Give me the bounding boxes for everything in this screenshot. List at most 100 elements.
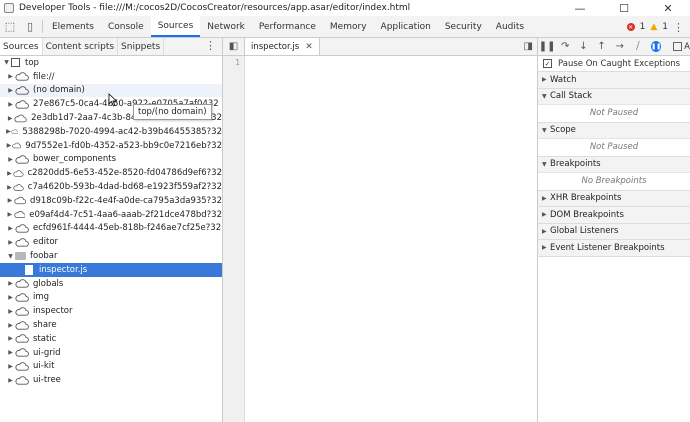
deactivate-breakpoints-icon[interactable]: ⧸: [629, 41, 647, 52]
step-into-icon[interactable]: ↓: [574, 41, 592, 52]
tab-console[interactable]: Console: [101, 16, 151, 37]
collapsed-arrow-icon[interactable]: ▶: [542, 244, 550, 251]
error-count[interactable]: 1: [640, 22, 646, 32]
collapsed-arrow-icon[interactable]: ▶: [6, 184, 13, 191]
section-header[interactable]: ▶ DOM Breakpoints: [538, 207, 690, 223]
tree-item[interactable]: ▶ ecfd961f-4444-45eb-818b-f246ae7cf25e?32: [0, 222, 222, 236]
section-header[interactable]: ▶ Global Listeners: [538, 223, 690, 239]
tree-item[interactable]: ▶ editor: [0, 235, 222, 249]
tree-item[interactable]: ▶ ui-grid: [0, 346, 222, 360]
expanded-arrow-icon[interactable]: ▼: [6, 253, 15, 260]
tree-item[interactable]: ▶ img: [0, 291, 222, 305]
tree-item-label: inspector: [33, 306, 73, 317]
collapsed-arrow-icon[interactable]: ▶: [6, 87, 15, 94]
tree-item[interactable]: ▶ bower_components: [0, 153, 222, 167]
tree-item[interactable]: ▶ file://: [0, 70, 222, 84]
collapsed-arrow-icon[interactable]: ▶: [542, 195, 550, 202]
expanded-arrow-icon[interactable]: ▼: [542, 127, 550, 134]
collapsed-arrow-icon[interactable]: ▶: [6, 73, 15, 80]
pause-on-caught-checkbox[interactable]: ✓: [543, 59, 552, 68]
collapsed-arrow-icon[interactable]: ▶: [6, 239, 15, 246]
collapsed-arrow-icon[interactable]: ▶: [6, 294, 15, 301]
toggle-debugger-icon[interactable]: ◨: [524, 41, 533, 52]
tab-network[interactable]: Network: [200, 16, 252, 37]
collapsed-arrow-icon[interactable]: ▶: [542, 211, 550, 218]
tab-security[interactable]: Security: [438, 16, 489, 37]
cloud-icon: [15, 348, 29, 357]
tree-item[interactable]: ▶ ui-tree: [0, 373, 222, 387]
section-header[interactable]: ▶ Watch: [538, 72, 690, 88]
collapsed-arrow-icon[interactable]: ▶: [6, 225, 15, 232]
tree-item-label: e09af4d4-7c51-4aa6-aaab-2f21dce478bd?32: [29, 209, 222, 220]
step-icon[interactable]: →: [611, 41, 629, 52]
pause-on-exceptions-icon[interactable]: ❚❚: [650, 41, 662, 52]
collapsed-arrow-icon[interactable]: ▶: [6, 349, 15, 356]
tree-item[interactable]: ▶ c2820dd5-6e53-452e-8520-fd04786d9ef6?32: [0, 166, 222, 180]
editor-tab-inspector[interactable]: inspector.js ✕: [245, 38, 320, 55]
error-icon[interactable]: ✕: [626, 23, 635, 31]
expanded-arrow-icon[interactable]: ▼: [542, 161, 550, 168]
collapsed-arrow-icon[interactable]: ▶: [6, 363, 15, 370]
expanded-arrow-icon[interactable]: ▼: [2, 59, 11, 66]
section-title: Scope: [550, 125, 576, 136]
warning-count[interactable]: 1: [662, 22, 668, 32]
tree-item[interactable]: ▶ inspector: [0, 304, 222, 318]
collapsed-arrow-icon[interactable]: ▶: [6, 115, 14, 122]
pause-on-caught-row[interactable]: ✓ Pause On Caught Exceptions: [538, 56, 690, 72]
tree-item[interactable]: ▼ top: [0, 56, 222, 70]
tab-performance[interactable]: Performance: [252, 16, 323, 37]
tree-item[interactable]: ▶ d918c09b-f22c-4e4f-a0de-ca795a3da935?32: [0, 194, 222, 208]
tree-item[interactable]: ▼ foobar: [0, 249, 222, 263]
section-header[interactable]: ▶ XHR Breakpoints: [538, 190, 690, 206]
tab-memory[interactable]: Memory: [323, 16, 374, 37]
subtab-content-scripts[interactable]: Content scripts: [43, 38, 119, 55]
collapsed-arrow-icon[interactable]: ▶: [6, 156, 15, 163]
step-out-icon[interactable]: ↑: [592, 41, 610, 52]
tree-item[interactable]: ▶ 5388298b-7020-4994-ac42-b39b46455385?32: [0, 125, 222, 139]
navigator-more-icon[interactable]: ⋮: [205, 39, 216, 52]
tab-application[interactable]: Application: [374, 16, 438, 37]
collapsed-arrow-icon[interactable]: ▶: [6, 308, 15, 315]
step-over-icon[interactable]: ↷: [556, 41, 574, 52]
subtab-snippets[interactable]: Snippets: [118, 38, 165, 55]
toggle-navigator-icon[interactable]: ◧: [223, 38, 245, 55]
tree-item[interactable]: ▶ globals: [0, 277, 222, 291]
collapsed-arrow-icon[interactable]: ▶: [542, 228, 550, 235]
collapsed-arrow-icon[interactable]: ▶: [6, 335, 15, 342]
collapsed-arrow-icon[interactable]: ▶: [6, 211, 14, 218]
warning-icon[interactable]: ▲: [650, 22, 657, 32]
tab-audits[interactable]: Audits: [489, 16, 531, 37]
subtab-sources[interactable]: Sources: [0, 38, 43, 55]
tree-item[interactable]: ▶ e09af4d4-7c51-4aa6-aaab-2f21dce478bd?32: [0, 208, 222, 222]
section-header[interactable]: ▼ Breakpoints: [538, 156, 690, 172]
collapsed-arrow-icon[interactable]: ▶: [6, 170, 13, 177]
tree-item-label: img: [33, 292, 50, 303]
close-tab-icon[interactable]: ✕: [305, 42, 313, 52]
tree-item[interactable]: ▶ share: [0, 318, 222, 332]
more-options-icon[interactable]: ⋮: [673, 21, 684, 34]
tab-elements[interactable]: Elements: [45, 16, 101, 37]
minimize-button[interactable]: —: [558, 0, 602, 16]
tab-sources[interactable]: Sources: [150, 16, 201, 37]
close-window-button[interactable]: ✕: [646, 0, 690, 16]
collapsed-arrow-icon[interactable]: ▶: [6, 322, 15, 329]
maximize-button[interactable]: ☐: [602, 0, 646, 16]
inspect-element-icon[interactable]: ⬚: [0, 16, 20, 37]
section-header[interactable]: ▶ Event Listener Breakpoints: [538, 240, 690, 256]
device-toolbar-icon[interactable]: ▯: [20, 16, 40, 37]
tree-item[interactable]: ▶ 9d7552e1-fd0b-4352-a523-bb9c0e7216eb?32: [0, 139, 222, 153]
section-header[interactable]: ▼ Scope: [538, 122, 690, 138]
tree-item[interactable]: inspector.js: [0, 262, 222, 277]
tree-item[interactable]: ▶ ui-kit: [0, 360, 222, 374]
collapsed-arrow-icon[interactable]: ▶: [6, 280, 15, 287]
collapsed-arrow-icon[interactable]: ▶: [542, 76, 550, 83]
async-checkbox[interactable]: [673, 42, 683, 51]
collapsed-arrow-icon[interactable]: ▶: [6, 377, 15, 384]
tree-item[interactable]: ▶ static: [0, 332, 222, 346]
collapsed-arrow-icon[interactable]: ▶: [6, 101, 15, 108]
collapsed-arrow-icon[interactable]: ▶: [6, 197, 14, 204]
pause-icon[interactable]: ❚❚: [538, 41, 556, 52]
section-header[interactable]: ▼ Call Stack: [538, 88, 690, 104]
tree-item[interactable]: ▶ c7a4620b-593b-4dad-bd68-e1923f559af2?32: [0, 180, 222, 194]
expanded-arrow-icon[interactable]: ▼: [542, 93, 550, 100]
